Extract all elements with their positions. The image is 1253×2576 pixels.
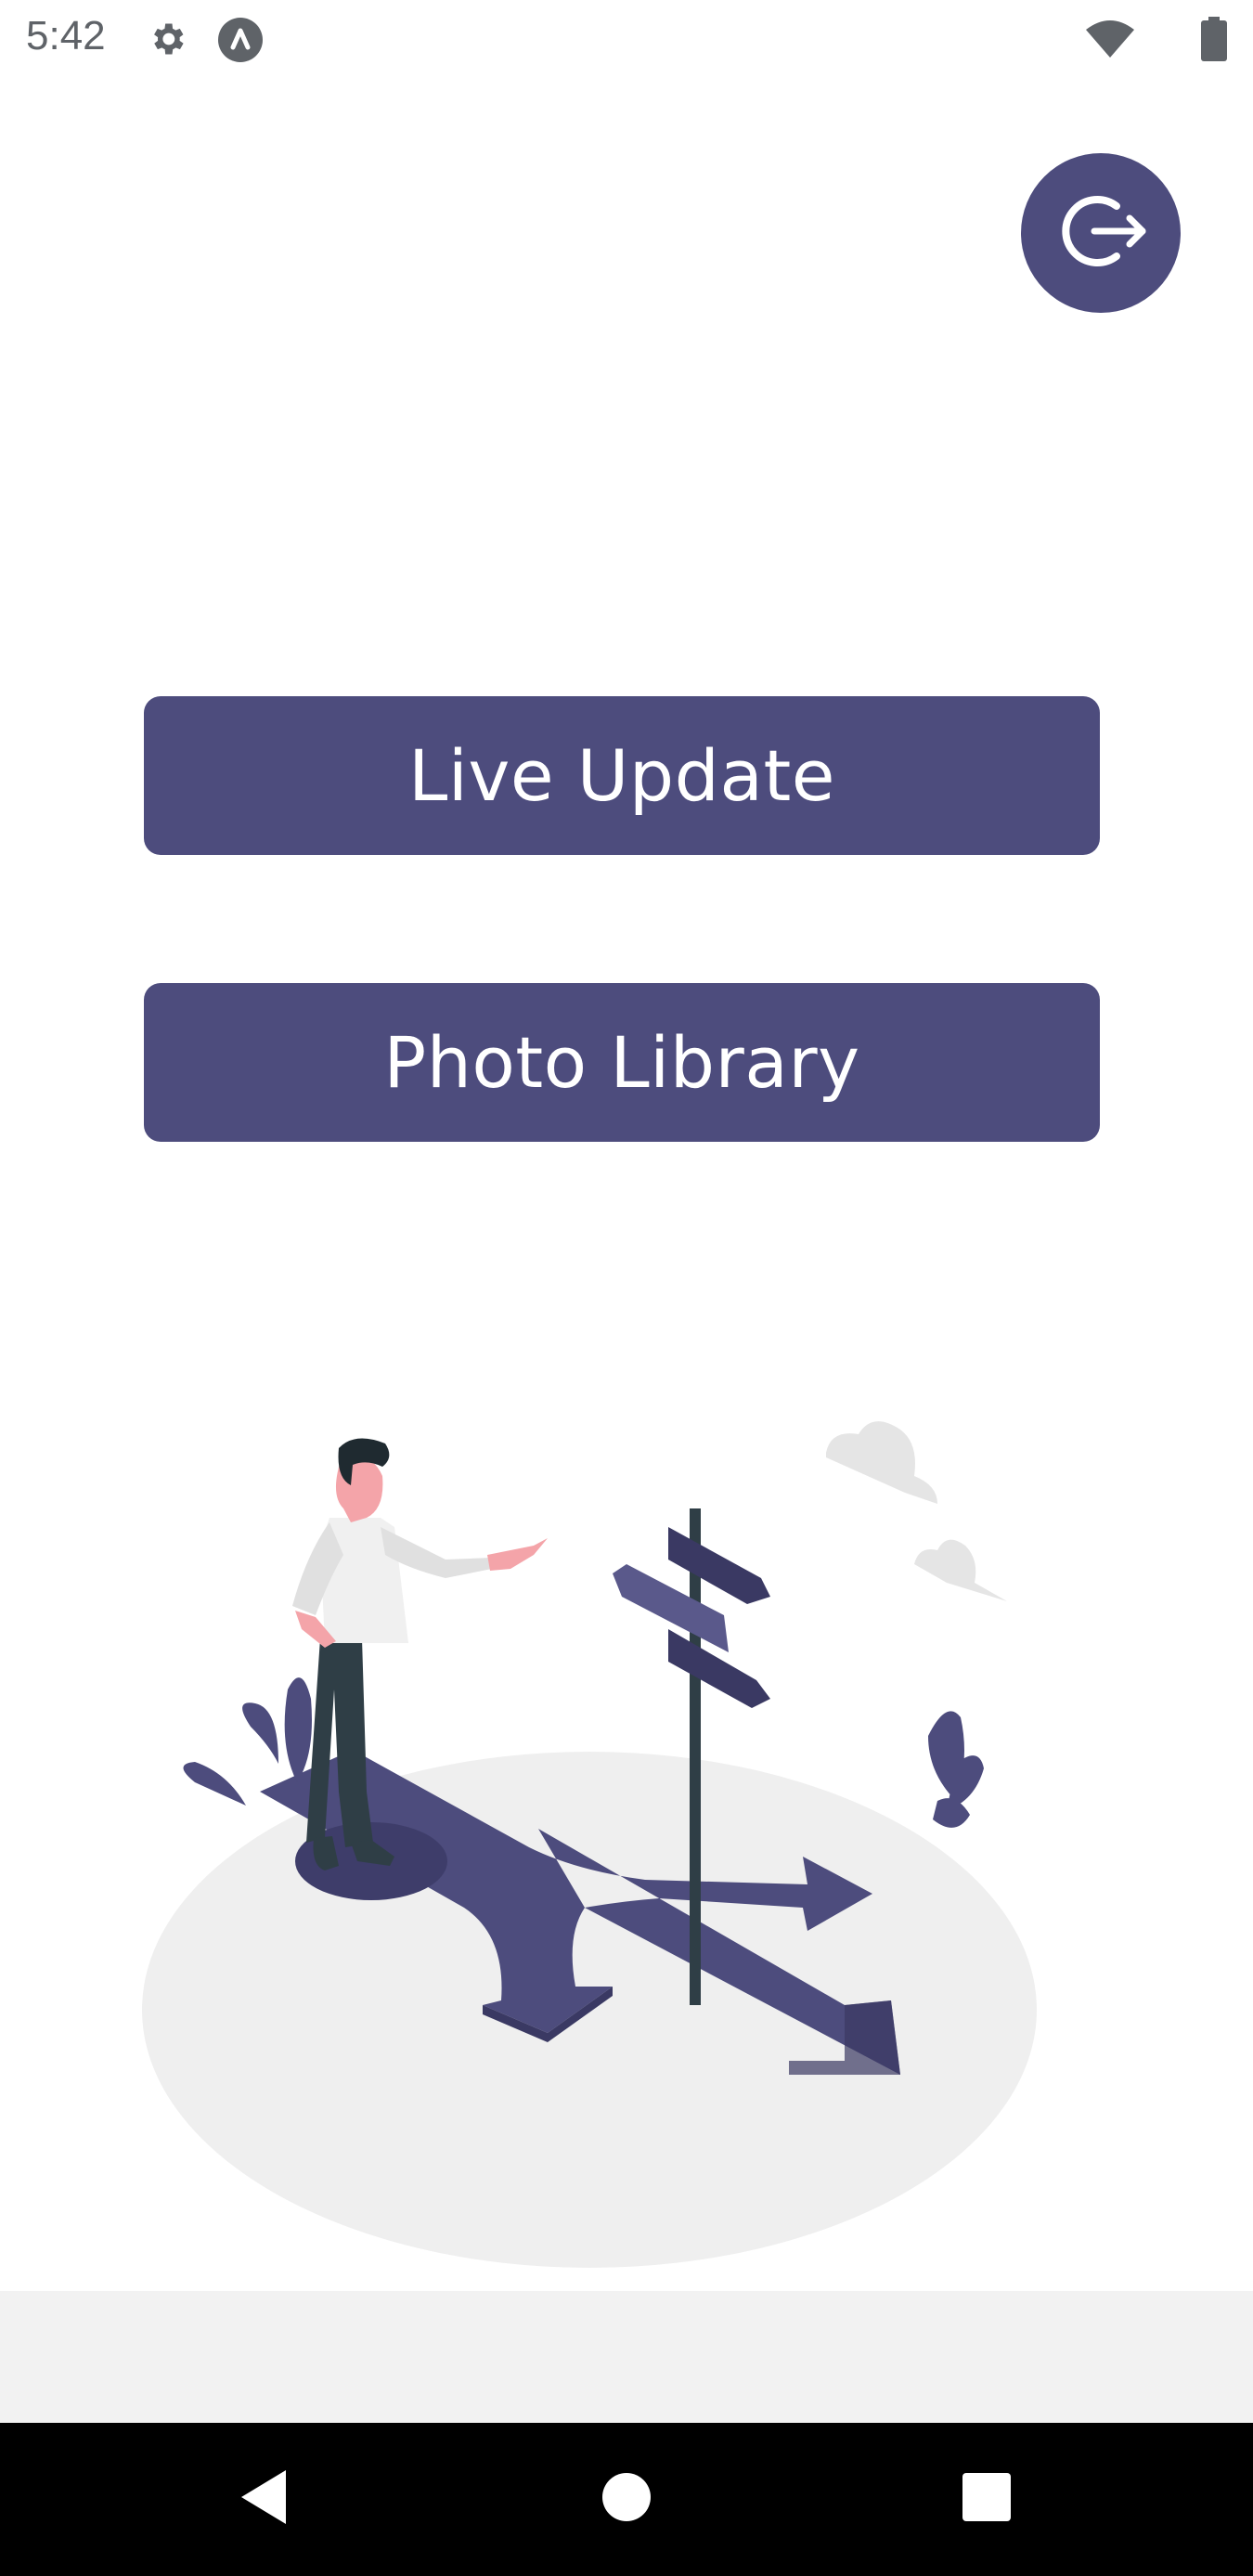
photo-library-button[interactable]: Photo Library: [144, 983, 1100, 1142]
crossroads-illustration: [139, 1392, 1049, 2284]
home-button[interactable]: [552, 2423, 701, 2576]
photo-library-label: Photo Library: [383, 1021, 860, 1104]
bottom-band: [0, 2291, 1253, 2423]
live-update-label: Live Update: [407, 734, 836, 817]
back-icon: [241, 2470, 288, 2529]
nav-bar: [0, 2423, 1253, 2576]
status-time: 5:42: [26, 13, 106, 58]
recents-icon: [962, 2473, 1011, 2526]
wifi-icon: [1084, 19, 1136, 64]
recents-button[interactable]: [912, 2423, 1061, 2576]
logout-button[interactable]: [1021, 153, 1181, 313]
gear-icon: [147, 19, 187, 64]
home-icon: [602, 2473, 651, 2526]
battery-icon: [1201, 17, 1227, 66]
logout-icon: [1050, 180, 1152, 287]
back-button[interactable]: [190, 2423, 339, 2576]
live-update-button[interactable]: Live Update: [144, 696, 1100, 855]
app-notification-icon: [217, 17, 264, 68]
status-bar: 5:42: [0, 0, 1253, 78]
